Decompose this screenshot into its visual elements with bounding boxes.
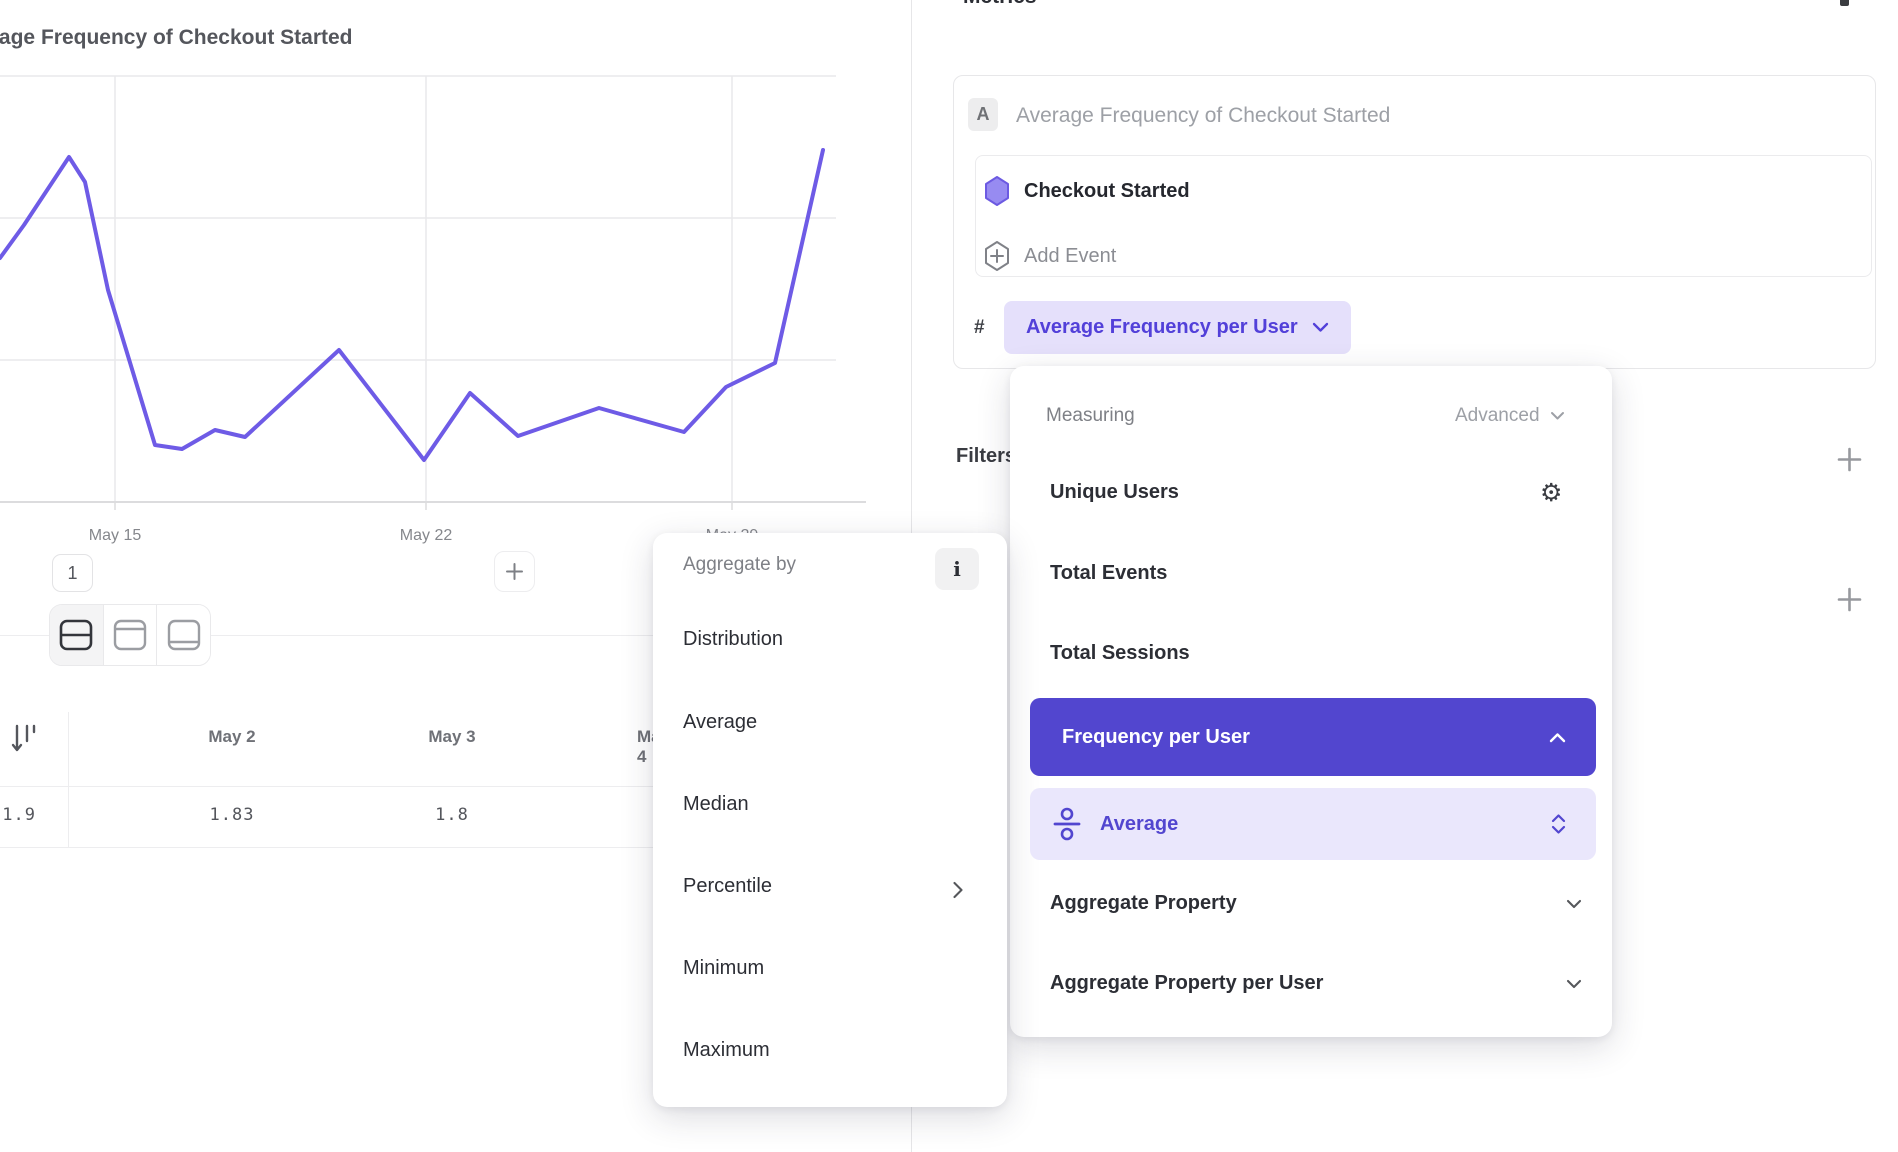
granularity-input[interactable]: 1 — [52, 554, 93, 592]
metric-badge: A — [968, 98, 998, 131]
layout-toggle-panel-top[interactable] — [103, 605, 157, 665]
menu-item-frequency-per-user-selected[interactable]: Frequency per User — [1030, 698, 1596, 776]
table-cell-may3: 1.8 — [352, 805, 552, 825]
plus-icon — [505, 562, 524, 581]
menu-item-aggregate-property[interactable]: Aggregate Property — [1050, 892, 1237, 915]
table-cell-may2: 1.83 — [132, 805, 332, 825]
menu-item-aggregate-property-per-user[interactable]: Aggregate Property per User — [1050, 972, 1323, 995]
measure-dropdown-label: Average Frequency per User — [1026, 316, 1298, 339]
menu-item-minimum[interactable]: Minimum — [683, 957, 764, 980]
granularity-value: 1 — [67, 563, 77, 584]
table-header-may3[interactable]: May 3 — [352, 727, 552, 747]
measure-type-prefix: # — [974, 317, 985, 339]
x-axis-label: May 15 — [89, 527, 142, 544]
chevron-down-icon — [1550, 411, 1565, 421]
chevron-up-icon — [1549, 732, 1566, 743]
line-chart: May 15May 22May 29 — [0, 0, 911, 545]
menu-item-maximum[interactable]: Maximum — [683, 1039, 770, 1062]
advanced-label: Advanced — [1455, 405, 1540, 427]
chevron-down-icon[interactable] — [1566, 899, 1582, 910]
advanced-toggle[interactable]: Advanced — [1455, 405, 1565, 427]
clipped-icon-fragment — [1840, 0, 1849, 6]
aggregate-by-menu-label: Aggregate by — [683, 554, 796, 576]
menu-item-median[interactable]: Median — [683, 793, 749, 816]
division-icon — [1052, 806, 1082, 842]
menu-item-total-events[interactable]: Total Events — [1050, 562, 1167, 585]
layout-toggle-panel-bottom[interactable] — [156, 605, 210, 665]
info-icon[interactable]: i — [935, 548, 979, 590]
menu-item-average[interactable]: Average — [683, 711, 757, 734]
frequency-aggregation-average-row[interactable]: Average — [1030, 788, 1596, 860]
add-breakdown-button[interactable] — [1836, 586, 1863, 613]
panel-bottom-icon — [165, 617, 203, 653]
aggregate-by-dropdown-menu — [653, 533, 1007, 1107]
add-filter-button[interactable] — [1836, 446, 1863, 473]
add-event-button[interactable]: Add Event — [1024, 245, 1116, 268]
chevron-down-icon — [1312, 322, 1329, 333]
add-event-hexagon-plus-icon[interactable] — [984, 240, 1010, 272]
split-horizontal-icon — [57, 617, 95, 653]
gear-icon[interactable]: ⚙ — [1540, 478, 1562, 508]
add-annotation-button[interactable] — [494, 551, 535, 592]
metric-badge-letter: A — [977, 104, 990, 125]
layout-toggle-group — [49, 604, 211, 666]
filters-section-header: Filters — [956, 445, 1016, 468]
table-header-may2[interactable]: May 2 — [132, 727, 332, 747]
measure-dropdown-button[interactable]: Average Frequency per User — [1004, 301, 1351, 354]
metrics-section-header: Metrics — [963, 0, 1037, 9]
event-name[interactable]: Checkout Started — [1024, 180, 1190, 203]
menu-item-unique-users[interactable]: Unique Users — [1050, 481, 1179, 504]
menu-item-distribution[interactable]: Distribution — [683, 628, 783, 651]
measuring-menu-label: Measuring — [1046, 405, 1135, 427]
x-axis-label: May 22 — [400, 527, 453, 544]
info-glyph: i — [953, 557, 961, 581]
chart-line-checkout-started — [0, 150, 823, 460]
event-hexagon-icon — [984, 175, 1010, 207]
chevron-down-icon[interactable] — [1566, 979, 1582, 990]
panel-top-icon — [111, 617, 149, 653]
chevron-right-icon — [952, 881, 964, 899]
selected-item-label: Frequency per User — [1062, 726, 1250, 749]
menu-item-total-sessions[interactable]: Total Sessions — [1050, 642, 1190, 665]
table-header-clipped[interactable]: May 4 — [637, 727, 653, 767]
layout-toggle-split-horizontal[interactable] — [50, 605, 103, 665]
chevron-up-down-icon — [1551, 813, 1566, 835]
average-aggregation-label: Average — [1100, 813, 1551, 836]
table-cell-clipped: 1.9 — [0, 805, 36, 825]
metric-title-input[interactable]: Average Frequency of Checkout Started — [1016, 104, 1390, 128]
menu-item-percentile[interactable]: Percentile — [683, 875, 772, 898]
app-window: Average Frequency of Checkout Started Ma… — [0, 0, 1898, 1152]
sort-descending-icon[interactable] — [10, 722, 38, 758]
table-column-divider — [68, 712, 69, 848]
